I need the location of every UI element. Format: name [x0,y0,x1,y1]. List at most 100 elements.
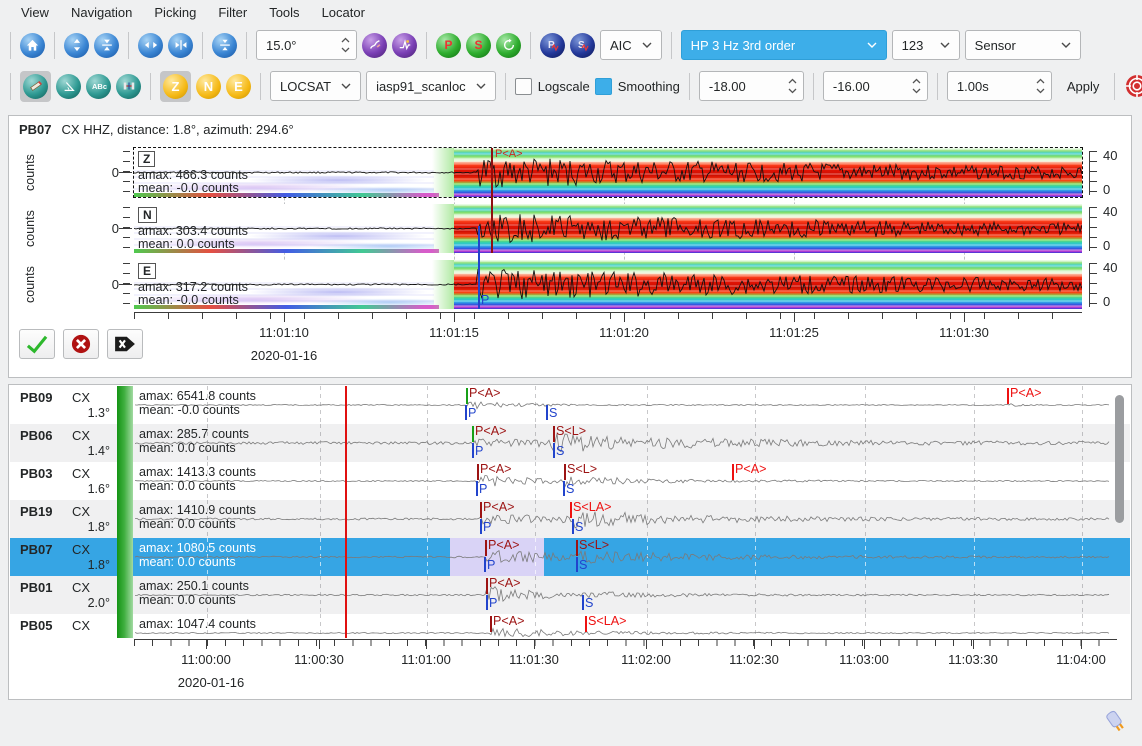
menu-item-navigation[interactable]: Navigation [60,3,143,22]
station-row-pb03[interactable]: PB03CX1.6°P<A>PS<L>SP<A>amax: 1413.3 cou… [10,462,1130,500]
spectrogram-max-spinbox[interactable]: -16.00 [823,71,928,101]
menu-item-picking[interactable]: Picking [143,3,207,22]
pick-tick-pa[interactable] [1007,388,1009,404]
fit-horizontal-button[interactable] [168,33,193,58]
pick-tick-s[interactable] [553,443,555,458]
locator-profile-combo[interactable]: iasp91_scanloc [366,71,496,101]
picker-trace-row-n[interactable]: Namax: 303.4 countsmean: 0.0 counts [134,204,1082,253]
zoom-out-horizontal-button[interactable] [138,33,163,58]
station-row-pb19[interactable]: PB19CX1.8°P<A>PS<LA>Samax: 1410.9 counts… [10,500,1130,538]
pick-tick-sl[interactable] [564,464,566,480]
station-trace-zone[interactable]: P<A>PSP<A> [135,386,1110,424]
locator-combo[interactable]: LOCSAT [270,71,361,101]
pick-tick-p[interactable] [484,557,486,572]
picker-algorithm-combo[interactable]: AIC [600,30,662,60]
pick-tick-s[interactable] [572,519,574,534]
phase-names-button[interactable]: ABc [86,74,111,99]
component-z-button[interactable]: Z [163,74,188,99]
station-trace-zone[interactable]: P<A>S<LA> [135,614,1110,638]
pick-tick-pa[interactable] [490,616,492,632]
picker-trace-row-z[interactable]: Zamax: 466.3 countsmean: -0.0 counts [134,148,1082,197]
smoothing-checkbox-box[interactable] [595,78,612,95]
picker-p-arrival-line[interactable] [478,226,480,309]
time-window-button[interactable] [116,74,141,99]
fit-vertical-button[interactable] [94,33,119,58]
component-e-button[interactable]: E [226,74,251,99]
uncertainty-button[interactable] [392,33,417,58]
pick-tick-s[interactable] [582,595,584,610]
confirm-pick-button[interactable] [19,329,55,359]
relocate-cycle-button[interactable] [496,33,521,58]
pick-tick-pa[interactable] [472,426,474,442]
repick-s-button[interactable]: S [570,33,595,58]
chevron-down-icon [476,83,486,89]
home-view-button[interactable] [20,33,45,58]
pick-tick-pa[interactable] [485,540,487,556]
logscale-checkbox-box[interactable] [515,78,532,95]
pick-tick-pa[interactable] [466,388,468,404]
distance-spinbox[interactable]: 15.0° [256,30,357,60]
pick-mode-button[interactable] [23,74,48,99]
station-row-pb07[interactable]: PB07CX1.8°P<A>PS<L>Samax: 1080.5 countsm… [10,538,1130,576]
menu-bar: ViewNavigationPickingFilterToolsLocator [0,0,1142,24]
locate-button[interactable] [1124,73,1142,99]
pick-tick-pa[interactable] [477,464,479,480]
unit-combo[interactable]: Sensor [965,30,1081,60]
station-row-pb09[interactable]: PB09CX1.3°P<A>PSP<A>amax: 6541.8 countsm… [10,386,1130,424]
pick-tick-p[interactable] [472,443,474,458]
station-trace-zone[interactable]: P<A>PS<L>S [135,538,1110,576]
picker-trace-row-e[interactable]: Eamax: 317.2 countsmean: -0.0 counts [134,260,1082,309]
zoom-out-vertical-button[interactable] [64,33,89,58]
time-window-spinbox[interactable]: 1.00s [947,71,1052,101]
pick-tick-s[interactable] [546,405,548,420]
pick-tick-p[interactable] [465,405,467,420]
spinbox-arrows-icon[interactable] [341,37,350,53]
filter-combo[interactable]: HP 3 Hz 3rd order [681,30,887,60]
station-trace-zone[interactable]: P<A>PS<L>S [135,424,1110,462]
rotation-combo[interactable]: 123 [892,30,960,60]
pick-tick-s[interactable] [576,557,578,572]
pick-p-phase-button[interactable]: P [436,33,461,58]
measure-angle-button[interactable] [56,74,81,99]
spinbox-arrows-icon[interactable] [1036,78,1045,94]
repick-p-button[interactable]: P [540,33,565,58]
pick-tick-p[interactable] [480,519,482,534]
station-mean-label: mean: 0.0 counts [139,441,236,455]
pick-tick-pa[interactable] [486,578,488,594]
component-n-button[interactable]: N [196,74,221,99]
menu-item-locator[interactable]: Locator [311,3,376,22]
pick-tick-sl[interactable] [553,426,555,442]
logscale-checkbox[interactable]: Logscale [515,78,590,95]
picker-trace-plot[interactable]: Zamax: 466.3 countsmean: -0.0 counts Nama… [134,148,1082,309]
default-amplitude-zoom-button[interactable] [212,33,237,58]
pick-tick-sl[interactable] [576,540,578,556]
skip-station-button[interactable] [107,329,143,359]
station-trace-zone[interactable]: P<A>PS<LA>S [135,500,1110,538]
pick-tick-pa[interactable] [480,502,482,518]
spinbox-arrows-icon[interactable] [788,78,797,94]
spinbox-arrows-icon[interactable] [912,78,921,94]
menu-item-view[interactable]: View [10,3,60,22]
spectrogram-min-spinbox[interactable]: -18.00 [699,71,804,101]
pick-tick-pa[interactable] [732,464,734,480]
smoothing-checkbox[interactable]: Smoothing [595,78,680,95]
pick-s-phase-button[interactable]: S [466,33,491,58]
station-row-pb05[interactable]: PB05CXP<A>S<LA>amax: 1047.4 counts [10,614,1130,638]
pick-tick-p[interactable] [476,481,478,496]
pick-tick-sla[interactable] [570,502,572,518]
station-row-pb01[interactable]: PB01CX2.0°P<A>PSamax: 250.1 countsmean: … [10,576,1130,614]
axis-tick-label: 11:01:20 [599,325,649,340]
menu-item-tools[interactable]: Tools [258,3,310,22]
station-row-pb06[interactable]: PB06CX1.4°P<A>PS<L>Samax: 285.7 countsme… [10,424,1130,462]
picker-p-pick-line[interactable] [491,148,493,253]
station-trace-zone[interactable]: P<A>PS [135,576,1110,614]
pick-tick-s[interactable] [563,481,565,496]
vertical-scrollbar[interactable] [1115,395,1124,523]
pick-tick-sla[interactable] [585,616,587,632]
station-trace-zone[interactable]: P<A>PS<L>SP<A> [135,462,1110,500]
pick-tick-p[interactable] [486,595,488,610]
reject-pick-button[interactable] [63,329,99,359]
menu-item-filter[interactable]: Filter [207,3,258,22]
picker-settings-button[interactable] [362,33,387,58]
apply-button[interactable]: Apply [1057,75,1110,98]
